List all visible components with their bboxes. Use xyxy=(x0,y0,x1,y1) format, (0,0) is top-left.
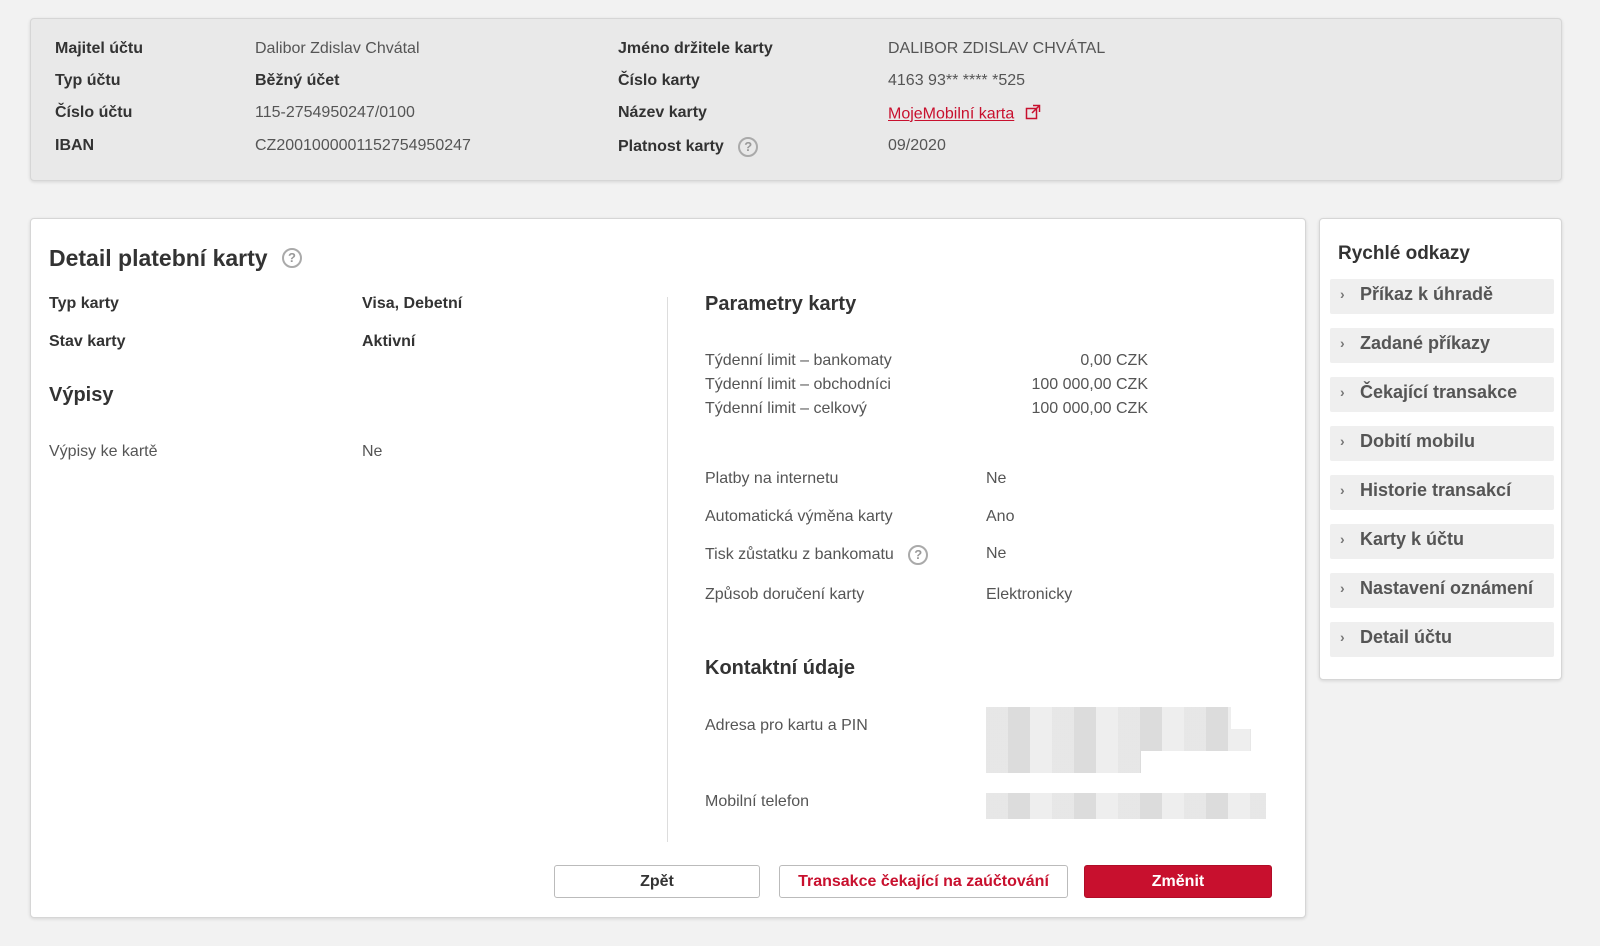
chevron-right-icon: › xyxy=(1340,629,1345,645)
quick-link-payment-order[interactable]: › Příkaz k úhradě xyxy=(1330,279,1554,314)
statements-label: Výpisy ke kartě xyxy=(49,443,158,460)
quick-link-label: Historie transakcí xyxy=(1360,480,1512,500)
quick-link-label: Čekající transakce xyxy=(1360,382,1518,402)
card-holder-value: DALIBOR ZDISLAV CHVÁTAL xyxy=(888,40,1106,57)
card-state-label: Stav karty xyxy=(49,333,126,350)
iban-label: IBAN xyxy=(55,137,95,154)
help-icon[interactable]: ? xyxy=(738,137,759,157)
quick-link-label: Nastavení oznámení xyxy=(1360,578,1534,598)
statements-heading: Výpisy xyxy=(49,384,114,406)
delivery-method-value: Elektronicky xyxy=(986,586,1073,603)
quick-link-label: Karty k účtu xyxy=(1360,529,1465,549)
contact-heading: Kontaktní údaje xyxy=(705,657,856,679)
iban-value: CZ2001000001152754950247 xyxy=(255,137,471,154)
help-icon[interactable]: ? xyxy=(281,247,302,268)
quick-link-entered-orders[interactable]: › Zadané příkazy xyxy=(1330,328,1554,363)
card-type-value: Visa, Debetní xyxy=(362,295,463,312)
help-icon[interactable]: ? xyxy=(908,545,929,565)
internet-payments-label: Platby na internetu xyxy=(705,470,839,487)
column-divider xyxy=(667,297,668,842)
card-number-value: 4163 93** **** *525 xyxy=(888,72,1026,89)
quick-link-label: Zadané příkazy xyxy=(1360,333,1491,353)
owner-value: Dalibor Zdislav Chvátal xyxy=(255,40,420,57)
account-type-value: Běžný účet xyxy=(255,72,340,89)
auto-renewal-label: Automatická výměna karty xyxy=(705,508,893,525)
balance-print-label: Tisk zůstatku z bankomatu xyxy=(705,546,894,564)
internet-payments-value: Ne xyxy=(986,470,1007,487)
limit-total-label: Týdenní limit – celkový xyxy=(705,400,867,417)
params-heading: Parametry karty xyxy=(705,293,857,315)
chevron-right-icon: › xyxy=(1340,335,1345,351)
validity-label: Platnost karty xyxy=(618,138,724,156)
quick-links-title: Rychlé odkazy xyxy=(1338,243,1470,264)
phone-redacted xyxy=(986,793,1266,819)
card-name-link-wrap: MojeMobilní karta xyxy=(888,104,1041,125)
quick-link-account-cards[interactable]: › Karty k účtu xyxy=(1330,524,1554,559)
owner-label: Majitel účtu xyxy=(55,40,144,57)
card-name-label: Název karty xyxy=(618,104,707,121)
quick-link-label: Příkaz k úhradě xyxy=(1360,284,1494,304)
limit-total-value: 100 000,00 CZK xyxy=(1031,400,1148,417)
account-number-label: Číslo účtu xyxy=(55,104,133,121)
quick-links-panel: Rychlé odkazy › Příkaz k úhradě › Zadané… xyxy=(1319,218,1562,680)
back-button[interactable]: Zpět xyxy=(554,865,760,898)
card-type-label: Typ karty xyxy=(49,295,119,312)
external-link-icon[interactable] xyxy=(1025,104,1041,125)
account-number-value: 115-2754950247/0100 xyxy=(255,104,415,121)
address-redacted-line-2 xyxy=(986,729,1251,751)
quick-link-pending-transactions[interactable]: › Čekající transakce xyxy=(1330,377,1554,412)
limit-merchants-label: Týdenní limit – obchodníci xyxy=(705,376,891,393)
balance-print-label-wrap: Tisk zůstatku z bankomatu ? xyxy=(705,545,929,565)
quick-link-notification-settings[interactable]: › Nastavení oznámení xyxy=(1330,573,1554,608)
address-redacted-line-1 xyxy=(986,707,1231,729)
balance-print-value: Ne xyxy=(986,545,1007,562)
limit-merchants-value: 100 000,00 CZK xyxy=(1031,376,1148,393)
delivery-method-label: Způsob doručení karty xyxy=(705,586,865,603)
page-title: Detail platební karty xyxy=(49,245,268,271)
chevron-right-icon: › xyxy=(1340,286,1345,302)
card-state-value: Aktivní xyxy=(362,333,416,350)
address-redacted-line-3 xyxy=(986,751,1141,773)
address-label: Adresa pro kartu a PIN xyxy=(705,717,868,734)
card-detail-panel: Detail platební karty ? Typ karty Visa, … xyxy=(30,218,1306,918)
phone-label: Mobilní telefon xyxy=(705,793,810,810)
account-type-label: Typ účtu xyxy=(55,72,121,89)
limit-atm-value: 0,00 CZK xyxy=(1080,352,1148,369)
chevron-right-icon: › xyxy=(1340,531,1345,547)
quick-link-transaction-history[interactable]: › Historie transakcí xyxy=(1330,475,1554,510)
auto-renewal-value: Ano xyxy=(986,508,1015,525)
validity-value: 09/2020 xyxy=(888,137,946,154)
chevron-right-icon: › xyxy=(1340,482,1345,498)
page-title-wrap: Detail platební karty ? xyxy=(49,245,302,272)
change-button[interactable]: Změnit xyxy=(1084,865,1272,898)
quick-link-label: Dobití mobilu xyxy=(1360,431,1475,451)
chevron-right-icon: › xyxy=(1340,580,1345,596)
limit-atm-label: Týdenní limit – bankomaty xyxy=(705,352,892,369)
account-summary: Majitel účtu Dalibor Zdislav Chvátal Typ… xyxy=(30,18,1562,181)
quick-link-mobile-topup[interactable]: › Dobití mobilu xyxy=(1330,426,1554,461)
card-number-label: Číslo karty xyxy=(618,72,700,89)
quick-link-account-detail[interactable]: › Detail účtu xyxy=(1330,622,1554,657)
validity-label-wrap: Platnost karty ? xyxy=(618,137,759,157)
pending-transactions-button[interactable]: Transakce čekající na zaúčtování xyxy=(779,865,1068,898)
card-name-link[interactable]: MojeMobilní karta xyxy=(888,106,1014,123)
statements-value: Ne xyxy=(362,443,383,460)
quick-link-label: Detail účtu xyxy=(1360,627,1453,647)
card-holder-label: Jméno držitele karty xyxy=(618,40,773,57)
chevron-right-icon: › xyxy=(1340,433,1345,449)
chevron-right-icon: › xyxy=(1340,384,1345,400)
